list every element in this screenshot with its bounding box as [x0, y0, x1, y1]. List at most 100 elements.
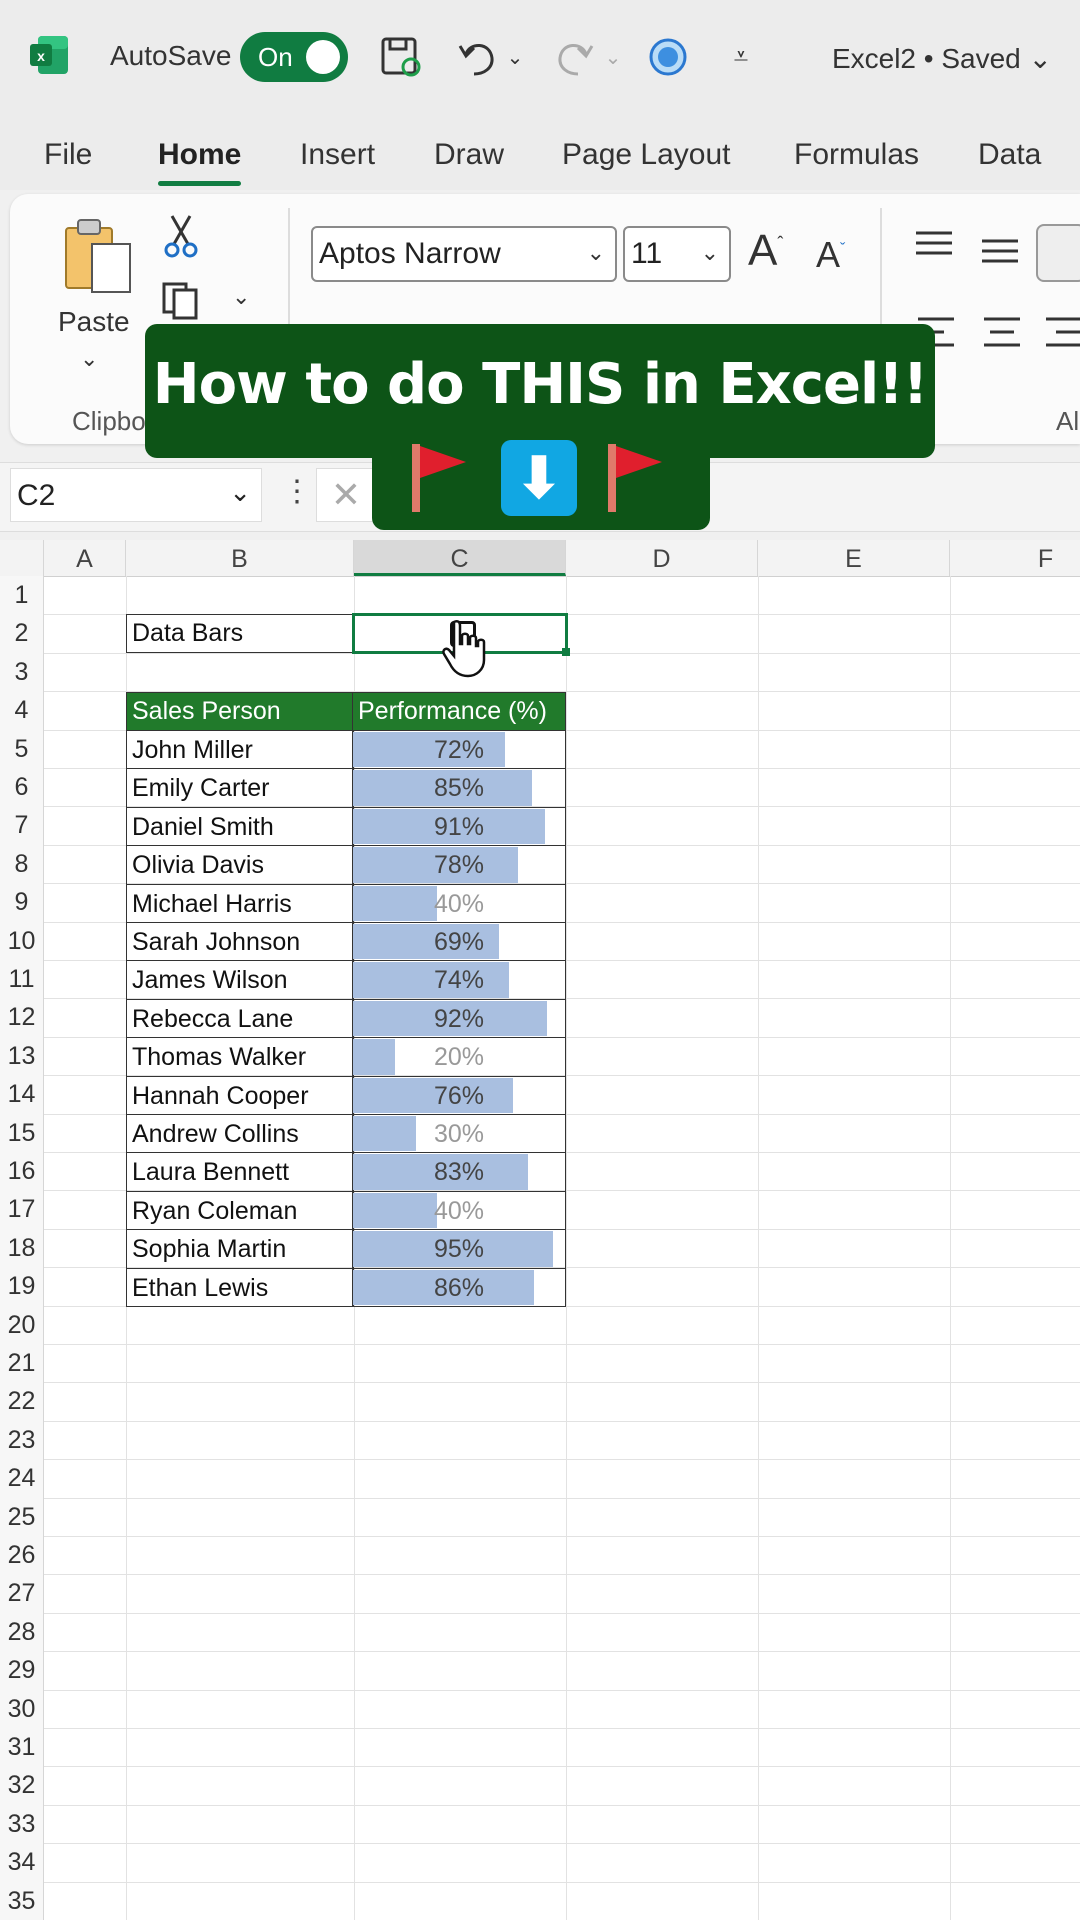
- tab-page-layout[interactable]: Page Layout: [562, 138, 730, 172]
- save-icon[interactable]: [376, 30, 426, 84]
- row-header[interactable]: 19: [0, 1267, 44, 1306]
- table-row-name[interactable]: Michael Harris: [126, 883, 354, 923]
- table-row-performance[interactable]: 76%: [352, 1075, 566, 1115]
- excel-logo-icon[interactable]: x: [28, 34, 70, 76]
- row-header[interactable]: 1: [0, 576, 44, 615]
- cancel-icon[interactable]: ✕: [316, 468, 376, 522]
- table-row-performance[interactable]: 95%: [352, 1229, 566, 1269]
- row-header[interactable]: 2: [0, 614, 44, 653]
- row-header[interactable]: 15: [0, 1113, 44, 1152]
- row-header[interactable]: 34: [0, 1843, 44, 1882]
- row-header[interactable]: 32: [0, 1766, 44, 1805]
- table-row-performance[interactable]: 74%: [352, 960, 566, 1000]
- align-bottom-button[interactable]: [1036, 224, 1080, 282]
- row-header[interactable]: 31: [0, 1728, 44, 1767]
- column-header-b[interactable]: B: [126, 540, 354, 576]
- font-size-dropdown[interactable]: 11 ⌄: [623, 226, 731, 282]
- table-row-name[interactable]: Sarah Johnson: [126, 922, 354, 962]
- copilot-icon[interactable]: [646, 30, 690, 84]
- paste-icon[interactable]: [60, 214, 136, 298]
- row-header[interactable]: 9: [0, 883, 44, 922]
- row-header[interactable]: 10: [0, 921, 44, 960]
- column-header-f[interactable]: F: [950, 540, 1080, 576]
- row-header[interactable]: 5: [0, 729, 44, 768]
- table-row-name[interactable]: Ethan Lewis: [126, 1267, 354, 1307]
- table-row-name[interactable]: James Wilson: [126, 960, 354, 1000]
- table-header-sales-person[interactable]: Sales Person: [126, 692, 354, 731]
- align-right-icon[interactable]: [1044, 316, 1080, 350]
- paste-dropdown-icon[interactable]: ⌄: [80, 346, 98, 372]
- table-row-name[interactable]: Daniel Smith: [126, 806, 354, 847]
- undo-dropdown-icon[interactable]: ⌄: [504, 30, 526, 84]
- table-row-name[interactable]: John Miller: [126, 730, 354, 770]
- table-row-name[interactable]: Thomas Walker: [126, 1037, 354, 1077]
- align-top-icon[interactable]: [914, 230, 954, 260]
- select-all-corner[interactable]: [0, 540, 44, 576]
- row-header[interactable]: 23: [0, 1420, 44, 1460]
- table-row-performance[interactable]: 72%: [352, 730, 566, 770]
- more-options-icon[interactable]: ⋮: [282, 474, 312, 509]
- table-row-name[interactable]: Laura Bennett: [126, 1152, 354, 1192]
- row-header[interactable]: 25: [0, 1497, 44, 1536]
- table-row-name[interactable]: Rebecca Lane: [126, 998, 354, 1039]
- row-header[interactable]: 8: [0, 844, 44, 884]
- row-header[interactable]: 18: [0, 1228, 44, 1268]
- align-middle-icon[interactable]: [980, 238, 1020, 268]
- column-header-d[interactable]: D: [566, 540, 758, 576]
- table-row-performance[interactable]: 40%: [352, 883, 566, 923]
- row-header[interactable]: 7: [0, 806, 44, 845]
- tab-draw[interactable]: Draw: [434, 138, 504, 172]
- row-header[interactable]: 20: [0, 1305, 44, 1344]
- autosave-toggle[interactable]: On: [240, 32, 348, 82]
- table-row-performance[interactable]: 92%: [352, 998, 566, 1039]
- redo-icon[interactable]: [550, 30, 600, 84]
- table-row-name[interactable]: Emily Carter: [126, 768, 354, 808]
- tab-formulas[interactable]: Formulas: [794, 138, 919, 172]
- table-row-name[interactable]: Olivia Davis: [126, 845, 354, 885]
- table-row-performance[interactable]: 20%: [352, 1037, 566, 1077]
- redo-dropdown-icon[interactable]: ⌄: [602, 30, 624, 84]
- table-row-performance[interactable]: 30%: [352, 1114, 566, 1154]
- row-header[interactable]: 30: [0, 1689, 44, 1728]
- row-header[interactable]: 11: [0, 960, 44, 999]
- row-header[interactable]: 4: [0, 691, 44, 730]
- table-row-performance[interactable]: 83%: [352, 1152, 566, 1192]
- tab-home[interactable]: Home: [158, 138, 242, 186]
- row-header[interactable]: 16: [0, 1152, 44, 1191]
- column-header-e[interactable]: E: [758, 540, 950, 576]
- row-header[interactable]: 13: [0, 1036, 44, 1076]
- table-row-performance[interactable]: 86%: [352, 1267, 566, 1307]
- copy-dropdown-icon[interactable]: ⌄: [232, 284, 250, 310]
- table-row-name[interactable]: Hannah Cooper: [126, 1075, 354, 1115]
- undo-icon[interactable]: [452, 30, 502, 84]
- table-header-performance[interactable]: Performance (%): [352, 692, 566, 731]
- table-row-name[interactable]: Ryan Coleman: [126, 1190, 354, 1231]
- row-header[interactable]: 17: [0, 1190, 44, 1229]
- row-header[interactable]: 6: [0, 768, 44, 807]
- customize-toolbar-icon[interactable]: ⩡: [726, 30, 756, 84]
- row-header[interactable]: 22: [0, 1382, 44, 1421]
- table-row-performance[interactable]: 40%: [352, 1190, 566, 1231]
- table-row-performance[interactable]: 78%: [352, 845, 566, 885]
- font-name-dropdown[interactable]: Aptos Narrow ⌄: [311, 226, 617, 282]
- row-header[interactable]: 35: [0, 1881, 44, 1920]
- row-header[interactable]: 33: [0, 1804, 44, 1844]
- fill-handle[interactable]: [562, 648, 570, 656]
- decrease-font-size-icon[interactable]: Aˇ: [816, 234, 845, 276]
- tab-insert[interactable]: Insert: [300, 138, 375, 172]
- document-title[interactable]: Excel2 • Saved ⌄: [832, 42, 1052, 75]
- row-header[interactable]: 21: [0, 1344, 44, 1383]
- tab-data[interactable]: Data: [978, 138, 1041, 172]
- table-row-name[interactable]: Sophia Martin: [126, 1229, 354, 1269]
- row-header[interactable]: 27: [0, 1574, 44, 1613]
- row-header[interactable]: 12: [0, 998, 44, 1037]
- table-row-performance[interactable]: 69%: [352, 922, 566, 962]
- column-header-a[interactable]: A: [44, 540, 126, 576]
- table-row-performance[interactable]: 91%: [352, 806, 566, 847]
- row-header[interactable]: 28: [0, 1612, 44, 1652]
- increase-font-size-icon[interactable]: Aˆ: [748, 226, 783, 276]
- name-box[interactable]: C2 ⌄: [10, 468, 262, 522]
- row-header[interactable]: 14: [0, 1075, 44, 1114]
- row-header[interactable]: 24: [0, 1459, 44, 1498]
- table-row-name[interactable]: Andrew Collins: [126, 1114, 354, 1154]
